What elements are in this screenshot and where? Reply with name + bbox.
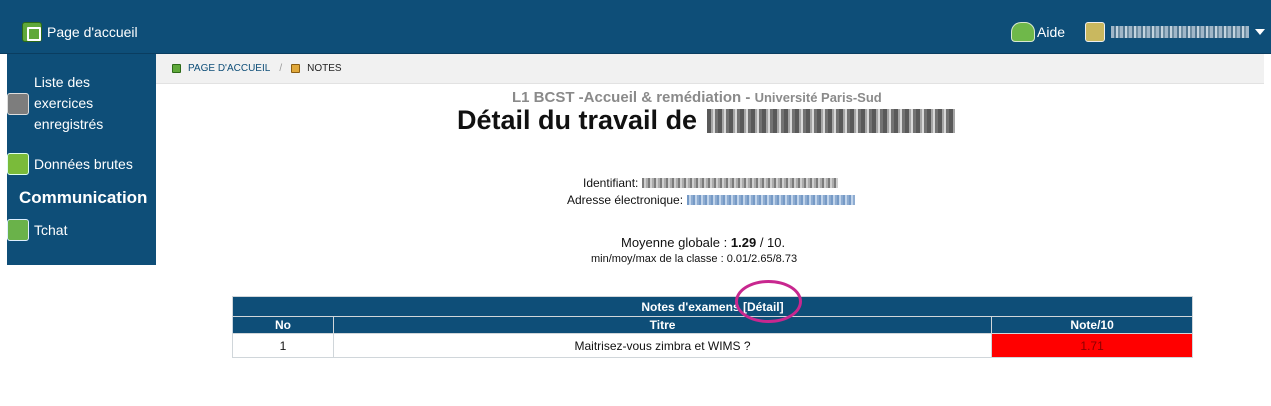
breadcrumb-separator: /	[279, 63, 283, 74]
user-avatar-icon	[1085, 22, 1105, 42]
sidebar: Liste des exercices enregistrés Données …	[7, 54, 156, 265]
table-row: 1 Maitrisez-vous zimbra et WIMS ? 1.71	[232, 333, 1193, 358]
sidebar-item-chat-label: Tchat	[34, 222, 68, 238]
email-value-obscured[interactable]	[687, 195, 856, 205]
top-navigation-bar: Page d'accueil Aide	[0, 0, 1271, 54]
page-title-text: Détail du travail de	[457, 105, 698, 135]
identifier-value-obscured	[642, 178, 839, 188]
exam-grades-table: Notes d'examens [Détail] No Titre Note/1…	[232, 296, 1193, 358]
column-header-no: No	[232, 316, 334, 334]
table-caption-text: Notes d'examens	[641, 299, 740, 314]
breadcrumb-current: NOTES	[291, 63, 342, 74]
home-icon	[172, 64, 181, 73]
table-caption: Notes d'examens [Détail]	[232, 296, 1193, 317]
breadcrumb: PAGE D'ACCUEIL / NOTES	[156, 54, 1264, 84]
sidebar-item-exercise-list[interactable]: Liste des exercices enregistrés	[7, 72, 103, 135]
user-name-obscured	[1111, 26, 1249, 38]
global-average: Moyenne globale : 1.29 / 10.	[621, 235, 785, 250]
sidebar-label-line: Liste des	[34, 74, 91, 90]
chevron-down-icon[interactable]	[1255, 29, 1265, 35]
sidebar-item-chat[interactable]: Tchat	[7, 219, 67, 241]
identifier-row: Identifiant:	[583, 176, 839, 190]
column-header-grade: Note/10	[991, 316, 1193, 334]
course-title: L1 BCST -Accueil & remédiation - Univers…	[512, 89, 882, 106]
home-link[interactable]: Page d'accueil	[22, 22, 138, 42]
student-name-obscured	[707, 108, 956, 133]
row-no: 1	[232, 333, 334, 358]
breadcrumb-home[interactable]: PAGE D'ACCUEIL	[172, 63, 270, 74]
help-link-label: Aide	[1037, 24, 1066, 40]
raw-data-icon	[7, 153, 29, 175]
sidebar-item-raw-data-label: Données brutes	[34, 156, 133, 172]
email-label: Adresse électronique:	[567, 193, 684, 207]
sidebar-label-line: exercices	[34, 95, 94, 111]
course-name: L1 BCST -Accueil & remédiation	[512, 89, 742, 106]
table-header-row: No Titre Note/10	[232, 316, 1193, 334]
average-label: Moyenne globale :	[621, 235, 728, 250]
row-title: Maitrisez-vous zimbra et WIMS ?	[332, 333, 993, 358]
table-caption-row: Notes d'examens [Détail]	[232, 296, 1193, 317]
column-header-title: Titre	[332, 316, 993, 334]
identifier-label: Identifiant:	[583, 176, 639, 190]
average-value: 1.29	[730, 235, 757, 250]
exercise-list-icon	[7, 92, 29, 115]
row-grade: 1.71	[991, 333, 1193, 358]
class-stats: min/moy/max de la classe : 0.01/2.65/8.7…	[591, 253, 797, 265]
course-separator: -	[745, 89, 751, 106]
help-icon	[1011, 22, 1035, 42]
sidebar-item-raw-data[interactable]: Données brutes	[7, 153, 133, 175]
highlight-circle-annotation	[735, 280, 802, 323]
sidebar-heading-communication: Communication	[19, 188, 148, 207]
class-stats-value: 0.01/2.65/8.73	[726, 253, 798, 265]
page-title: Détail du travail de	[457, 105, 956, 136]
sidebar-item-exercise-list-label: Liste des exercices enregistrés	[34, 72, 103, 135]
sidebar-label-line: enregistrés	[34, 116, 104, 132]
chat-icon	[7, 219, 29, 241]
email-row: Adresse électronique:	[567, 193, 856, 207]
home-link-label: Page d'accueil	[47, 24, 138, 40]
help-link[interactable]: Aide	[1011, 22, 1065, 42]
notes-icon	[291, 64, 301, 73]
home-icon	[22, 22, 42, 42]
average-scale: / 10.	[759, 235, 786, 250]
university-name: Université Paris-Sud	[754, 90, 882, 105]
breadcrumb-current-label: NOTES	[307, 63, 342, 74]
user-menu[interactable]	[1085, 22, 1265, 42]
breadcrumb-home-label: PAGE D'ACCUEIL	[188, 63, 271, 74]
class-stats-label: min/moy/max de la classe :	[591, 253, 724, 265]
